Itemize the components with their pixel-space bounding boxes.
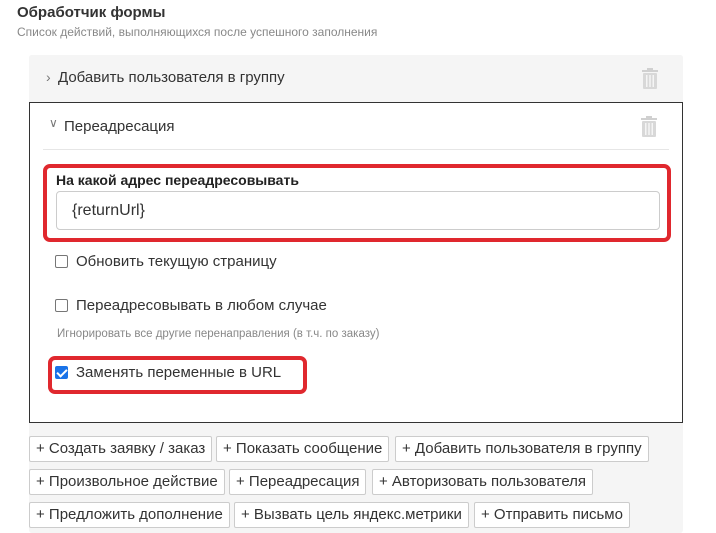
add-show-message-button[interactable]: + Показать сообщение <box>216 436 390 462</box>
chevron-down-icon[interactable]: ∨ <box>49 116 58 130</box>
action-item-add-to-group[interactable]: › Добавить пользователя в группу <box>29 55 683 102</box>
chevron-right-icon: › <box>46 69 51 85</box>
page-subtitle: Список действий, выполняющихся после усп… <box>17 25 378 39</box>
add-send-email-button[interactable]: + Отправить письмо <box>474 502 630 528</box>
divider <box>43 149 669 150</box>
replace-vars-label: Заменять переменные в URL <box>76 364 282 381</box>
add-metrika-goal-button[interactable]: + Вызвать цель яндекс.метрики <box>234 502 469 528</box>
redirect-always-hint: Игнорировать все другие перенаправления … <box>57 328 380 340</box>
replace-vars-checkbox[interactable] <box>55 366 68 379</box>
add-offer-addon-button[interactable]: + Предложить дополнение <box>29 502 230 528</box>
add-user-to-group-button[interactable]: + Добавить пользователя в группу <box>395 436 649 462</box>
redirect-address-label: На какой адрес переадресовывать <box>56 172 299 188</box>
trash-icon[interactable] <box>641 68 659 90</box>
add-redirect-button[interactable]: + Переадресация <box>229 469 367 495</box>
redirect-always-option[interactable]: Переадресовывать в любом случае <box>55 297 327 314</box>
action-item-label[interactable]: Переадресация <box>64 118 175 135</box>
page-title: Обработчик формы <box>17 4 166 21</box>
trash-icon[interactable] <box>640 116 658 138</box>
add-authorize-user-button[interactable]: + Авторизовать пользователя <box>372 469 594 495</box>
add-custom-action-button[interactable]: + Произвольное действие <box>29 469 225 495</box>
refresh-page-option[interactable]: Обновить текущую страницу <box>55 253 277 270</box>
redirect-always-checkbox[interactable] <box>55 299 68 312</box>
action-item-label: Добавить пользователя в группу <box>58 69 285 86</box>
refresh-page-checkbox[interactable] <box>55 255 68 268</box>
replace-vars-option[interactable]: Заменять переменные в URL <box>55 364 281 381</box>
redirect-address-input[interactable] <box>56 191 660 230</box>
add-create-order-button[interactable]: + Создать заявку / заказ <box>29 436 213 462</box>
redirect-always-label: Переадресовывать в любом случае <box>76 297 327 314</box>
refresh-page-label: Обновить текущую страницу <box>76 253 277 270</box>
